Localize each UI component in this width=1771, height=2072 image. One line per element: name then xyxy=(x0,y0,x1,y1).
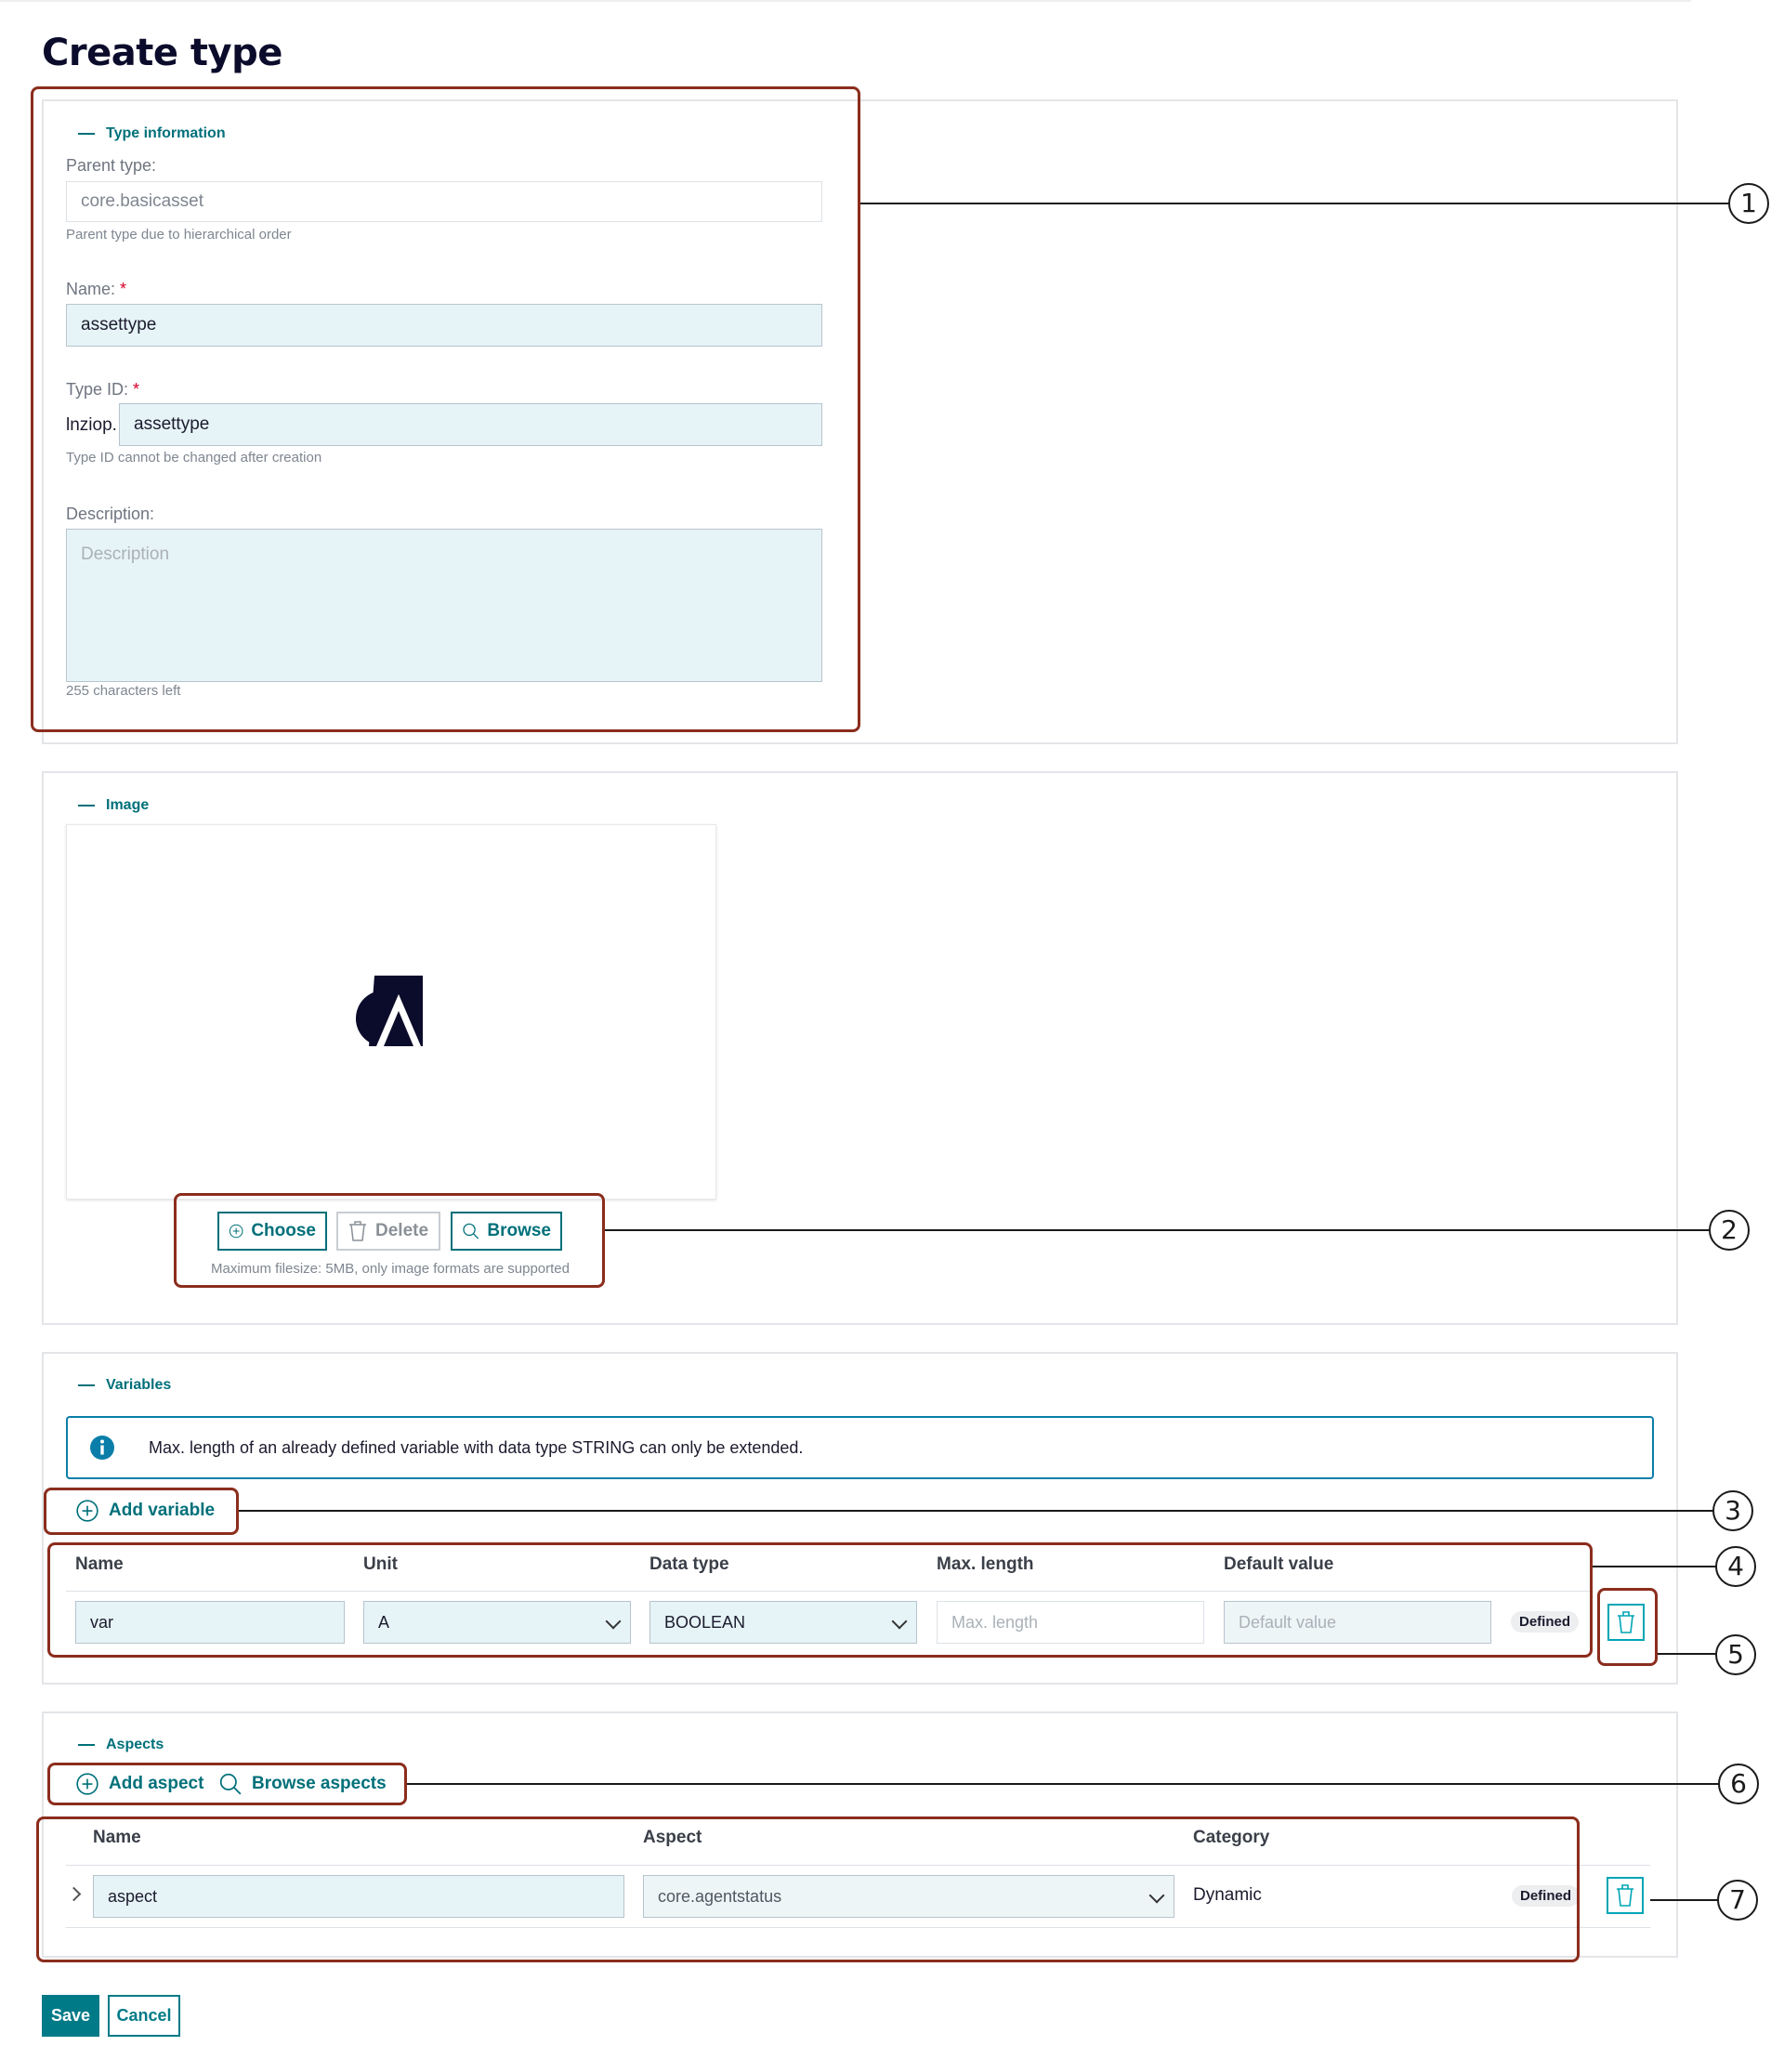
callout-frame-6 xyxy=(47,1763,407,1805)
callout-4: 4 xyxy=(1715,1546,1756,1587)
cancel-button[interactable]: Cancel xyxy=(108,1995,180,2037)
section-title: Image xyxy=(106,797,150,813)
callout-frame-3 xyxy=(44,1488,239,1535)
info-notification: Max. length of an already defined variab… xyxy=(66,1416,1654,1479)
callout-frame-2 xyxy=(174,1193,605,1288)
callout-leader-2 xyxy=(605,1229,1711,1231)
callout-frame-1 xyxy=(31,86,860,732)
image-header[interactable]: Image xyxy=(78,797,149,814)
callout-leader-1 xyxy=(860,203,1730,204)
callout-leader-4 xyxy=(1593,1566,1717,1567)
callout-leader-7 xyxy=(1650,1899,1719,1901)
variables-header[interactable]: Variables xyxy=(78,1377,171,1394)
asset-logo-icon xyxy=(356,976,426,1051)
callout-frame-4 xyxy=(47,1542,1593,1658)
callout-5: 5 xyxy=(1715,1634,1756,1675)
callout-leader-5 xyxy=(1658,1653,1717,1655)
info-icon xyxy=(90,1436,114,1460)
callout-frame-5 xyxy=(1597,1588,1658,1666)
callout-6: 6 xyxy=(1718,1764,1759,1804)
callout-3: 3 xyxy=(1712,1490,1753,1531)
collapse-icon xyxy=(78,1384,95,1386)
delete-aspect-button[interactable] xyxy=(1607,1877,1644,1914)
callout-7: 7 xyxy=(1717,1880,1758,1921)
section-title: Aspects xyxy=(106,1737,164,1752)
callout-1: 1 xyxy=(1728,183,1769,224)
info-text: Max. length of an already defined variab… xyxy=(149,1437,804,1457)
save-button[interactable]: Save xyxy=(42,1995,99,2037)
top-divider xyxy=(0,0,1691,2)
callout-frame-7 xyxy=(36,1816,1580,1962)
callout-leader-6 xyxy=(407,1783,1720,1785)
collapse-icon xyxy=(78,1743,95,1746)
page-title: Create type xyxy=(42,32,282,74)
aspects-header[interactable]: Aspects xyxy=(78,1737,164,1753)
collapse-icon xyxy=(78,804,95,807)
trash-icon xyxy=(1617,1884,1633,1907)
section-title: Variables xyxy=(106,1377,172,1393)
callout-2: 2 xyxy=(1709,1210,1750,1251)
callout-leader-3 xyxy=(239,1510,1714,1512)
